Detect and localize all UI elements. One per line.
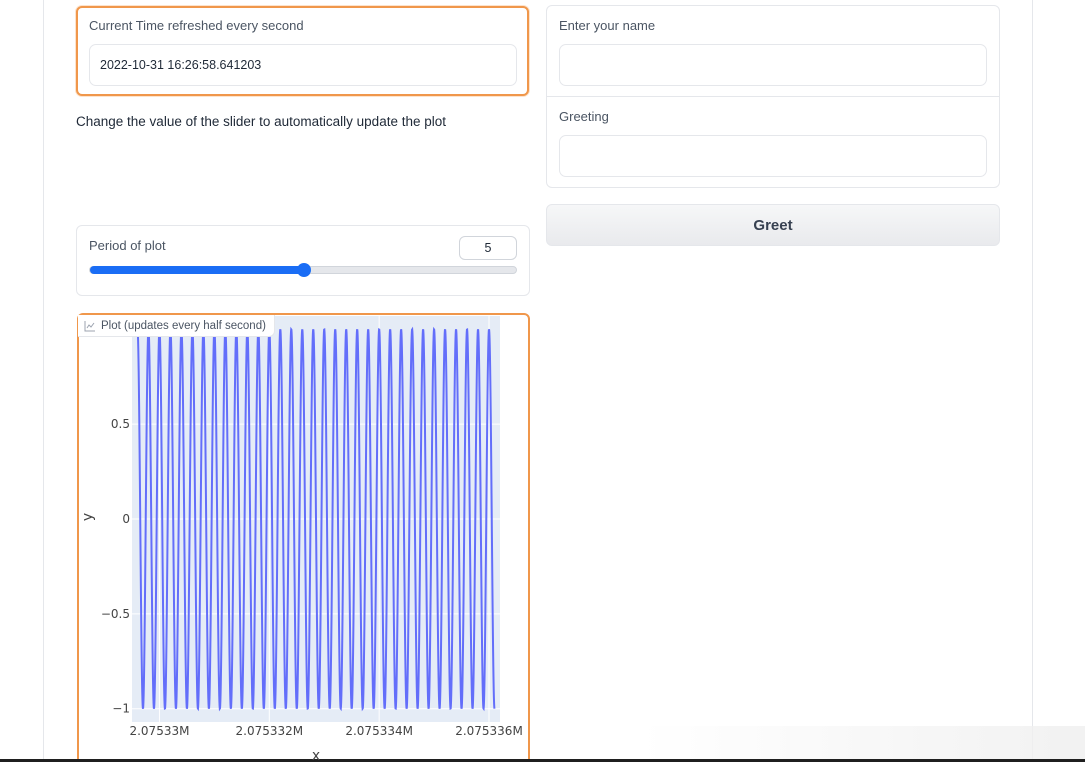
y-tick-label: −1 (112, 702, 130, 716)
plot-badge: Plot (updates every half second) (78, 315, 275, 337)
y-tick-label: 0.5 (111, 417, 130, 431)
y-axis-label: y (80, 513, 96, 521)
x-tick-label: 2.07533M (129, 724, 189, 738)
x-tick-label: 2.075336M (455, 724, 523, 738)
plot-badge-label: Plot (updates every half second) (101, 319, 266, 332)
plot-chart[interactable]: 2.07533M 2.075332M 2.075334M 2.075336M 0.5 0 −… (0, 0, 1085, 762)
y-tick-label: 0 (122, 512, 130, 526)
x-tick-label: 2.075334M (345, 724, 413, 738)
y-tick-label: −0.5 (101, 607, 130, 621)
chart-icon (84, 320, 95, 331)
x-tick-label: 2.075332M (236, 724, 304, 738)
x-axis-label: x (312, 748, 320, 762)
